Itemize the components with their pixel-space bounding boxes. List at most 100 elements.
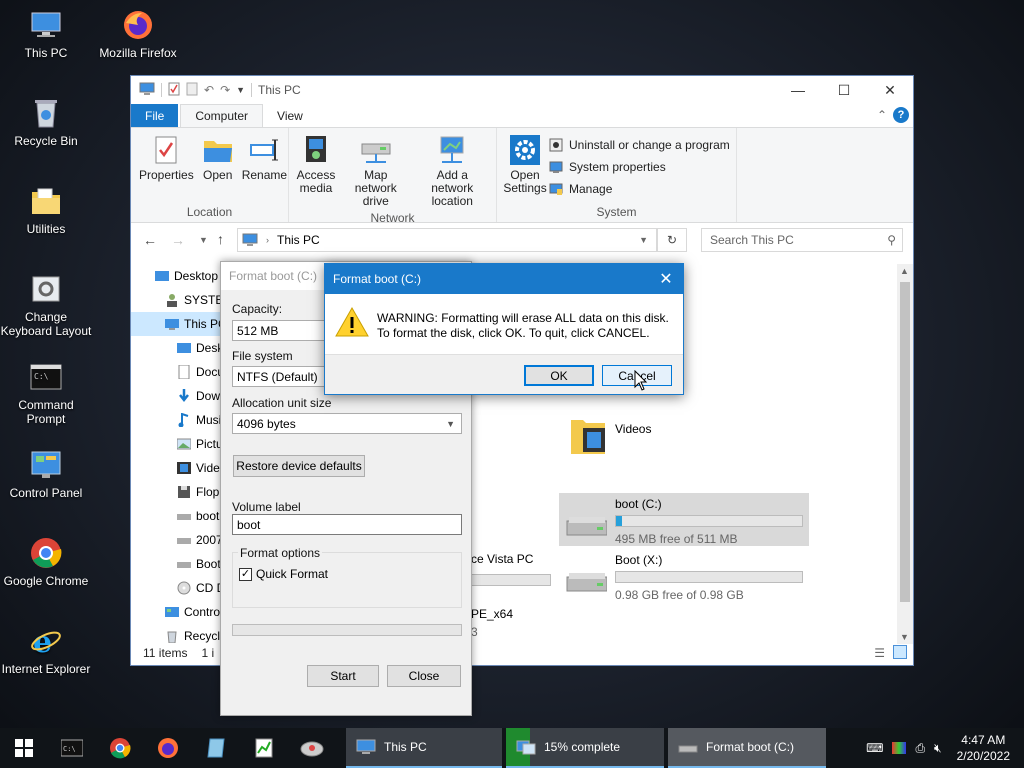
taskbar-app-2[interactable]: [240, 728, 288, 768]
firefox-icon: [158, 738, 178, 758]
tab-computer[interactable]: Computer: [180, 104, 264, 127]
tree-item-downloads[interactable]: Down: [131, 384, 221, 408]
keyboard-layout-icon[interactable]: ⌨: [866, 741, 883, 755]
maximize-button[interactable]: ☐: [821, 76, 867, 104]
chevron-up-icon[interactable]: ▲: [900, 266, 909, 276]
details-view-icon[interactable]: ☰: [874, 646, 885, 660]
tree-item-system[interactable]: SYSTEM: [131, 288, 221, 312]
tree-item-cd-drive[interactable]: CD Dr: [131, 576, 221, 600]
rename-button[interactable]: Rename: [238, 132, 291, 204]
tree-item-desktop[interactable]: Desktop: [131, 264, 221, 288]
drive-free-space: 495 MB free of 511 MB: [615, 532, 738, 546]
tab-file[interactable]: File: [131, 104, 179, 127]
dialog-titlebar[interactable]: Format boot (C:) ✕: [325, 264, 683, 294]
search-input[interactable]: Search This PC ⚲: [701, 228, 903, 252]
taskbar-app-3[interactable]: [288, 728, 336, 768]
add-network-location-button[interactable]: Add a network location: [413, 132, 492, 210]
taskbar-firefox[interactable]: [144, 728, 192, 768]
list-item-vista-pc[interactable]: ce Vista PC: [471, 552, 551, 586]
volume-label-input[interactable]: boot: [232, 514, 462, 535]
tiles-view-icon[interactable]: [893, 645, 907, 659]
tree-item-floppy[interactable]: Flopp: [131, 480, 221, 504]
chevron-up-icon[interactable]: ⌃: [877, 108, 887, 122]
desktop-icon-firefox[interactable]: Mozilla Firefox: [92, 8, 184, 60]
start-button[interactable]: Start: [307, 665, 379, 687]
tree-item-boot-c[interactable]: boot: [131, 504, 221, 528]
recycle-bin-icon: [29, 96, 63, 130]
properties-button[interactable]: Properties: [135, 132, 198, 204]
tree-item-2007[interactable]: 2007 l: [131, 528, 221, 552]
close-button[interactable]: Close: [387, 665, 461, 687]
ie-icon: e: [29, 624, 63, 658]
forward-arrow-icon[interactable]: →: [171, 232, 185, 248]
undo-icon[interactable]: ↶: [204, 83, 214, 97]
taskbar-chrome[interactable]: [96, 728, 144, 768]
minimize-button[interactable]: —: [775, 76, 821, 104]
properties-icon[interactable]: [168, 82, 180, 99]
restore-defaults-button[interactable]: Restore device defaults: [233, 455, 365, 477]
refresh-button[interactable]: ↻: [657, 228, 687, 252]
list-item-videos[interactable]: Videos: [569, 412, 651, 456]
scrollbar-thumb[interactable]: [900, 282, 910, 602]
chevron-down-icon[interactable]: ▼: [199, 235, 208, 245]
redo-icon[interactable]: ↷: [220, 83, 230, 97]
tree-item-music[interactable]: Music: [131, 408, 221, 432]
desktop-icon-this-pc[interactable]: This PC: [0, 8, 92, 60]
tree-item-pictures[interactable]: Pictur: [131, 432, 221, 456]
desktop-icon-control-panel[interactable]: Control Panel: [0, 448, 92, 500]
map-network-drive-button[interactable]: Map network drive: [339, 132, 413, 210]
warning-line-1: WARNING: Formatting will erase ALL data …: [377, 311, 669, 325]
uninstall-program-button[interactable]: Uninstall or change a program: [549, 134, 730, 156]
dialog-footer: OK Cancel: [325, 354, 683, 394]
desktop-icon-keyboard-layout[interactable]: Change Keyboard Layout: [0, 272, 92, 338]
list-item-boot-x[interactable]: Boot (X:) 0.98 GB free of 0.98 GB: [559, 549, 809, 602]
close-button[interactable]: ✕: [867, 76, 913, 104]
taskbar-task-format[interactable]: Format boot (C:): [668, 728, 826, 768]
quick-format-checkbox[interactable]: ✓ Quick Format: [239, 567, 328, 581]
vertical-scrollbar[interactable]: ▲ ▼: [897, 264, 913, 644]
address-bar[interactable]: › This PC ▼: [237, 228, 657, 252]
ok-button[interactable]: OK: [524, 365, 594, 386]
desktop-icon-chrome[interactable]: Google Chrome: [0, 536, 92, 588]
tab-view[interactable]: View: [263, 104, 317, 127]
tree-item-videos[interactable]: Video: [131, 456, 221, 480]
back-arrow-icon[interactable]: ←: [143, 232, 157, 248]
access-media-button[interactable]: Access media: [293, 132, 339, 210]
volume-muted-icon[interactable]: 🔇︎: [934, 741, 942, 756]
format-warning-dialog[interactable]: Format boot (C:) ✕ WARNING: Formatting w…: [324, 263, 684, 395]
desktop-icon-utilities[interactable]: Utilities: [0, 184, 92, 236]
list-item-pe[interactable]: PE_x64 3: [471, 607, 513, 639]
usb-icon[interactable]: ⎙: [915, 741, 925, 756]
chevron-down-icon[interactable]: ▼: [236, 85, 245, 95]
help-icon[interactable]: ?: [893, 107, 909, 123]
taskbar-app-1[interactable]: [192, 728, 240, 768]
tree-item-control-panel[interactable]: Contro: [131, 600, 221, 624]
display-icon[interactable]: [892, 742, 907, 754]
open-settings-button[interactable]: Open Settings: [501, 132, 549, 204]
chevron-down-icon[interactable]: ▼: [639, 235, 648, 245]
start-button[interactable]: [0, 728, 48, 768]
explorer-titlebar[interactable]: ↶ ↷ ▼ This PC — ☐ ✕: [131, 76, 913, 104]
tree-item-desktop-sub[interactable]: Deskt: [131, 336, 221, 360]
list-item-boot-c[interactable]: boot (C:) 495 MB free of 511 MB: [559, 493, 809, 546]
up-arrow-icon[interactable]: ↑: [217, 231, 224, 247]
taskbar: C:\ This PC 15% complete Format boot (C:…: [0, 728, 1024, 768]
desktop-icon-command-prompt[interactable]: C:\ Command Prompt: [0, 360, 92, 426]
tree-item-boot-x[interactable]: Boot: [131, 552, 221, 576]
open-button[interactable]: Open: [198, 132, 238, 204]
taskbar-cmd[interactable]: C:\: [48, 728, 96, 768]
new-folder-icon[interactable]: [186, 82, 198, 99]
cd-icon: [177, 581, 191, 595]
allocation-unit-select[interactable]: 4096 bytes ▼: [232, 413, 462, 434]
taskbar-task-this-pc[interactable]: This PC: [346, 728, 502, 768]
desktop-icon-internet-explorer[interactable]: e Internet Explorer: [0, 624, 92, 676]
system-properties-button[interactable]: System properties: [549, 156, 730, 178]
desktop-icon-recycle-bin[interactable]: Recycle Bin: [0, 96, 92, 148]
tree-item-this-pc[interactable]: This PC: [131, 312, 221, 336]
taskbar-task-progress[interactable]: 15% complete: [506, 728, 664, 768]
tree-item-documents[interactable]: Docu: [131, 360, 221, 384]
close-icon[interactable]: ✕: [649, 264, 683, 294]
clock[interactable]: 4:47 AM 2/20/2022: [957, 732, 1010, 764]
manage-button[interactable]: Manage: [549, 178, 730, 200]
desktop-icon-label: Control Panel: [9, 486, 83, 500]
